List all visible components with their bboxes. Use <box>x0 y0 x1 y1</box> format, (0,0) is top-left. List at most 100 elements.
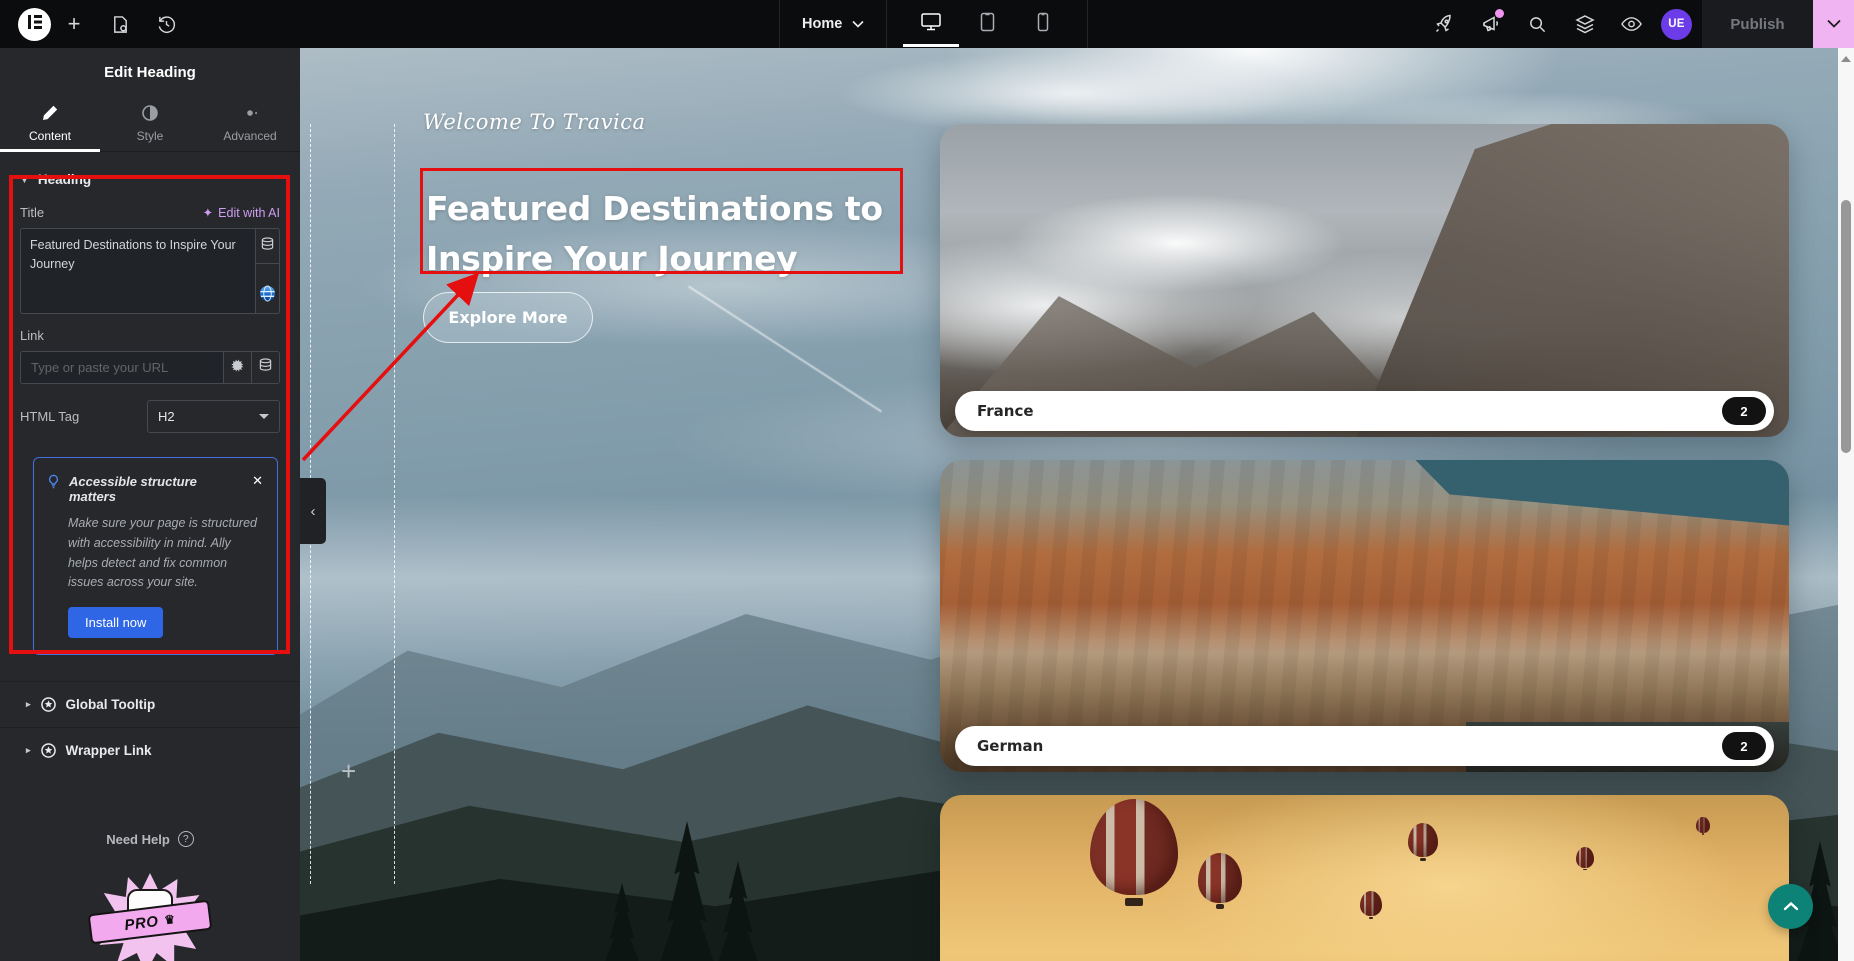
link-options-button[interactable] <box>223 352 251 383</box>
notice-title: Accessible structure matters <box>69 474 244 504</box>
add-column-plus-icon: + <box>341 756 356 787</box>
explore-more-button[interactable]: Explore More <box>423 292 593 343</box>
tab-label: Style <box>137 129 164 143</box>
link-url-input[interactable] <box>21 352 223 383</box>
plus-icon: + <box>68 11 81 37</box>
mobile-icon <box>1037 12 1049 37</box>
heading-section: ▼ Heading Title ✦ Edit with AI Featured … <box>0 152 300 681</box>
database-icon <box>259 358 272 377</box>
history-button[interactable] <box>143 0 189 48</box>
chevron-left-icon: ‹ <box>311 503 316 520</box>
accordion-label: Wrapper Link <box>66 743 152 758</box>
need-help-link[interactable]: Need Help ? <box>0 831 300 847</box>
tab-style[interactable]: Style <box>100 96 200 151</box>
title-editor: Featured Destinations to Inspire Your Jo… <box>20 228 280 314</box>
publish-options-button[interactable] <box>1813 0 1854 48</box>
scrollbar-thumb[interactable] <box>1841 200 1851 453</box>
card-label-bar: German 2 <box>955 726 1774 766</box>
count-badge: 2 <box>1722 732 1766 760</box>
destination-card-german[interactable]: German 2 <box>940 460 1789 772</box>
device-tablet-button[interactable] <box>959 0 1015 48</box>
heading-title-textarea[interactable]: Featured Destinations to Inspire Your Jo… <box>20 228 255 314</box>
user-avatar[interactable]: UE <box>1661 9 1692 40</box>
install-now-button[interactable]: Install now <box>68 607 163 638</box>
caret-right-icon: ▸ <box>26 699 31 710</box>
scrollbar-up-arrow[interactable] <box>1841 56 1851 62</box>
pencil-icon <box>42 105 58 124</box>
notice-body: Make sure your page is structured with a… <box>68 514 264 593</box>
finder-search-button[interactable] <box>1514 0 1561 48</box>
textarea-side-buttons <box>255 228 280 314</box>
html-tag-label: HTML Tag <box>20 409 79 424</box>
heading-section-toggle[interactable]: ▼ Heading <box>20 172 280 187</box>
publish-label: Publish <box>1730 16 1784 33</box>
sparkle-icon: ✦ <box>203 205 213 220</box>
pro-star-icon <box>41 697 56 712</box>
page-settings-icon <box>111 15 130 34</box>
page-settings-button[interactable] <box>97 0 143 48</box>
add-element-button[interactable]: + <box>51 0 97 48</box>
document-name: Home <box>802 16 842 32</box>
accessibility-notice: Accessible structure matters ✕ Make sure… <box>33 457 278 655</box>
caret-down-icon: ▼ <box>20 175 29 185</box>
scroll-to-top-button[interactable] <box>1768 884 1813 929</box>
preview-button[interactable] <box>1608 0 1655 48</box>
launch-button[interactable] <box>1420 0 1467 48</box>
pro-badge: PRO ♛ <box>75 873 225 943</box>
edit-with-ai-button[interactable]: ✦ Edit with AI <box>203 205 280 220</box>
panel-tabs: Content Style Advanced <box>0 96 300 152</box>
need-help-label: Need Help <box>106 832 170 847</box>
caret-right-icon: ▸ <box>26 745 31 756</box>
tab-advanced[interactable]: Advanced <box>200 96 300 151</box>
top-bar-right: UE Publish <box>1420 0 1854 48</box>
desktop-icon <box>920 12 942 36</box>
page-heading[interactable]: Featured Destinations to Inspire Your Jo… <box>426 184 906 284</box>
html-tag-select[interactable]: H2 <box>147 400 280 433</box>
link-field <box>20 351 280 384</box>
close-icon[interactable]: ✕ <box>252 474 263 487</box>
whats-new-button[interactable] <box>1467 0 1514 48</box>
tab-content[interactable]: Content <box>0 96 100 151</box>
accordion-wrapper-link[interactable]: ▸ Wrapper Link <box>0 727 300 773</box>
section-label: Heading <box>38 172 91 187</box>
publish-button[interactable]: Publish <box>1702 0 1813 48</box>
dynamic-tags-button[interactable] <box>255 228 280 264</box>
html-tag-row: HTML Tag H2 <box>20 400 280 433</box>
card-label-bar: France 2 <box>955 391 1774 431</box>
notification-dot <box>1495 9 1504 18</box>
link-dynamic-tags-button[interactable] <box>251 352 279 383</box>
history-icon <box>157 15 176 34</box>
globe-icon <box>259 285 276 307</box>
page-scrollbar[interactable] <box>1838 48 1854 961</box>
top-bar-left: + <box>18 0 189 48</box>
select-caret-icon <box>259 414 269 419</box>
panel-collapse-handle[interactable]: ‹ <box>300 478 326 544</box>
pro-star-icon <box>41 743 56 758</box>
elementor-editor: + Home <box>0 0 1854 961</box>
chevron-down-icon <box>1827 15 1841 33</box>
hot-air-balloon <box>1696 817 1710 833</box>
title-row: Title ✦ Edit with AI <box>20 205 280 220</box>
eye-icon <box>1621 16 1642 32</box>
accordion-global-tooltip[interactable]: ▸ Global Tooltip <box>0 681 300 727</box>
eyebrow-text[interactable]: Welcome To Travica <box>423 110 646 134</box>
structure-button[interactable] <box>1561 0 1608 48</box>
chevron-down-icon <box>852 16 864 32</box>
destination-card-france[interactable]: France 2 <box>940 124 1789 437</box>
elementor-menu-button[interactable] <box>18 8 51 41</box>
lightbulb-icon <box>46 474 61 494</box>
device-mobile-button[interactable] <box>1015 0 1071 48</box>
hot-air-balloon <box>1408 823 1438 857</box>
tab-label: Content <box>29 129 71 143</box>
hot-air-balloon <box>1360 891 1382 916</box>
card-image-balloons <box>940 795 1789 961</box>
accordion-label: Global Tooltip <box>66 697 156 712</box>
device-desktop-button[interactable] <box>903 0 959 48</box>
chevron-up-icon <box>1783 898 1799 916</box>
hot-air-balloon <box>1198 853 1242 903</box>
destination-card-balloons[interactable] <box>940 795 1789 961</box>
card-label: German <box>977 737 1722 755</box>
document-switcher[interactable]: Home <box>780 0 886 48</box>
browser-extension-button[interactable] <box>255 264 280 314</box>
editor-canvas: + ‹ Welcome To Travica Featured Destinat… <box>300 48 1838 961</box>
